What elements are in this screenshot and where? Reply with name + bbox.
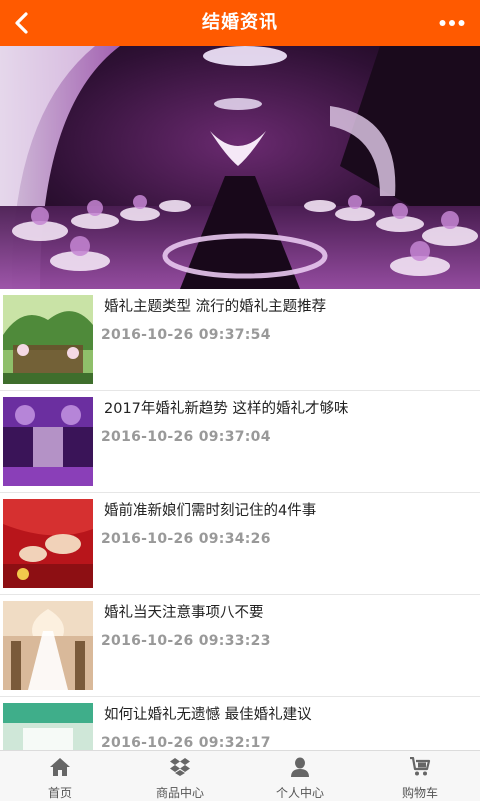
article-date: 2016-10-26 09:33:23: [101, 633, 271, 649]
garden-wedding-image: [3, 295, 93, 384]
article-thumbnail[interactable]: [3, 397, 93, 486]
bride-image: [3, 601, 93, 690]
article-date: 2016-10-26 09:32:17: [101, 735, 271, 751]
article-thumbnail[interactable]: [3, 601, 93, 690]
article-title[interactable]: 婚前准新娘们需时刻记住的4件事: [104, 499, 470, 520]
list-item[interactable]: 婚礼当天注意事项八不要 2016-10-26 09:33:23: [0, 595, 480, 697]
cart-icon: [410, 757, 431, 776]
list-item[interactable]: 婚前准新娘们需时刻记住的4件事 2016-10-26 09:34:26: [0, 493, 480, 595]
article-title[interactable]: 婚礼当天注意事项八不要: [104, 601, 470, 622]
tab-label: 首页: [47, 786, 72, 800]
article-list: 婚礼主题类型 流行的婚礼主题推荐 2016-10-26 09:37:54 201…: [0, 289, 480, 799]
bottom-tab-bar: 首页 商品中心 个人中心 购物车: [0, 750, 480, 801]
purple-stage-image: [3, 397, 93, 486]
tab-profile[interactable]: 个人中心: [240, 751, 360, 801]
tab-label: 商品中心: [155, 786, 204, 800]
page-title: 结婚资讯: [202, 12, 278, 33]
article-thumbnail[interactable]: [3, 499, 93, 588]
more-button[interactable]: [434, 7, 470, 39]
article-title[interactable]: 如何让婚礼无遗憾 最佳婚礼建议: [104, 703, 470, 724]
user-icon: [291, 757, 309, 777]
tab-cart[interactable]: 购物车: [360, 751, 480, 801]
app-header: 结婚资讯: [0, 0, 480, 46]
tab-label: 购物车: [401, 786, 438, 800]
article-title[interactable]: 婚礼主题类型 流行的婚礼主题推荐: [104, 295, 470, 316]
tab-products[interactable]: 商品中心: [120, 751, 240, 801]
article-date: 2016-10-26 09:37:04: [101, 429, 271, 445]
list-item[interactable]: 婚礼主题类型 流行的婚礼主题推荐 2016-10-26 09:37:54: [0, 289, 480, 391]
dropbox-icon: [170, 758, 190, 776]
red-dress-image: [3, 499, 93, 588]
article-date: 2016-10-26 09:37:54: [101, 327, 271, 343]
more-dots-icon: [439, 20, 465, 26]
article-thumbnail[interactable]: [3, 295, 93, 384]
article-title[interactable]: 2017年婚礼新趋势 这样的婚礼才够味: [104, 397, 470, 418]
tab-label: 个人中心: [275, 786, 324, 800]
home-icon: [50, 758, 70, 776]
list-item[interactable]: 2017年婚礼新趋势 这样的婚礼才够味 2016-10-26 09:37:04: [0, 391, 480, 493]
banner-image[interactable]: [0, 46, 480, 289]
wedding-hall-image: [0, 46, 480, 289]
article-date: 2016-10-26 09:34:26: [101, 531, 271, 547]
tab-home[interactable]: 首页: [0, 751, 120, 801]
